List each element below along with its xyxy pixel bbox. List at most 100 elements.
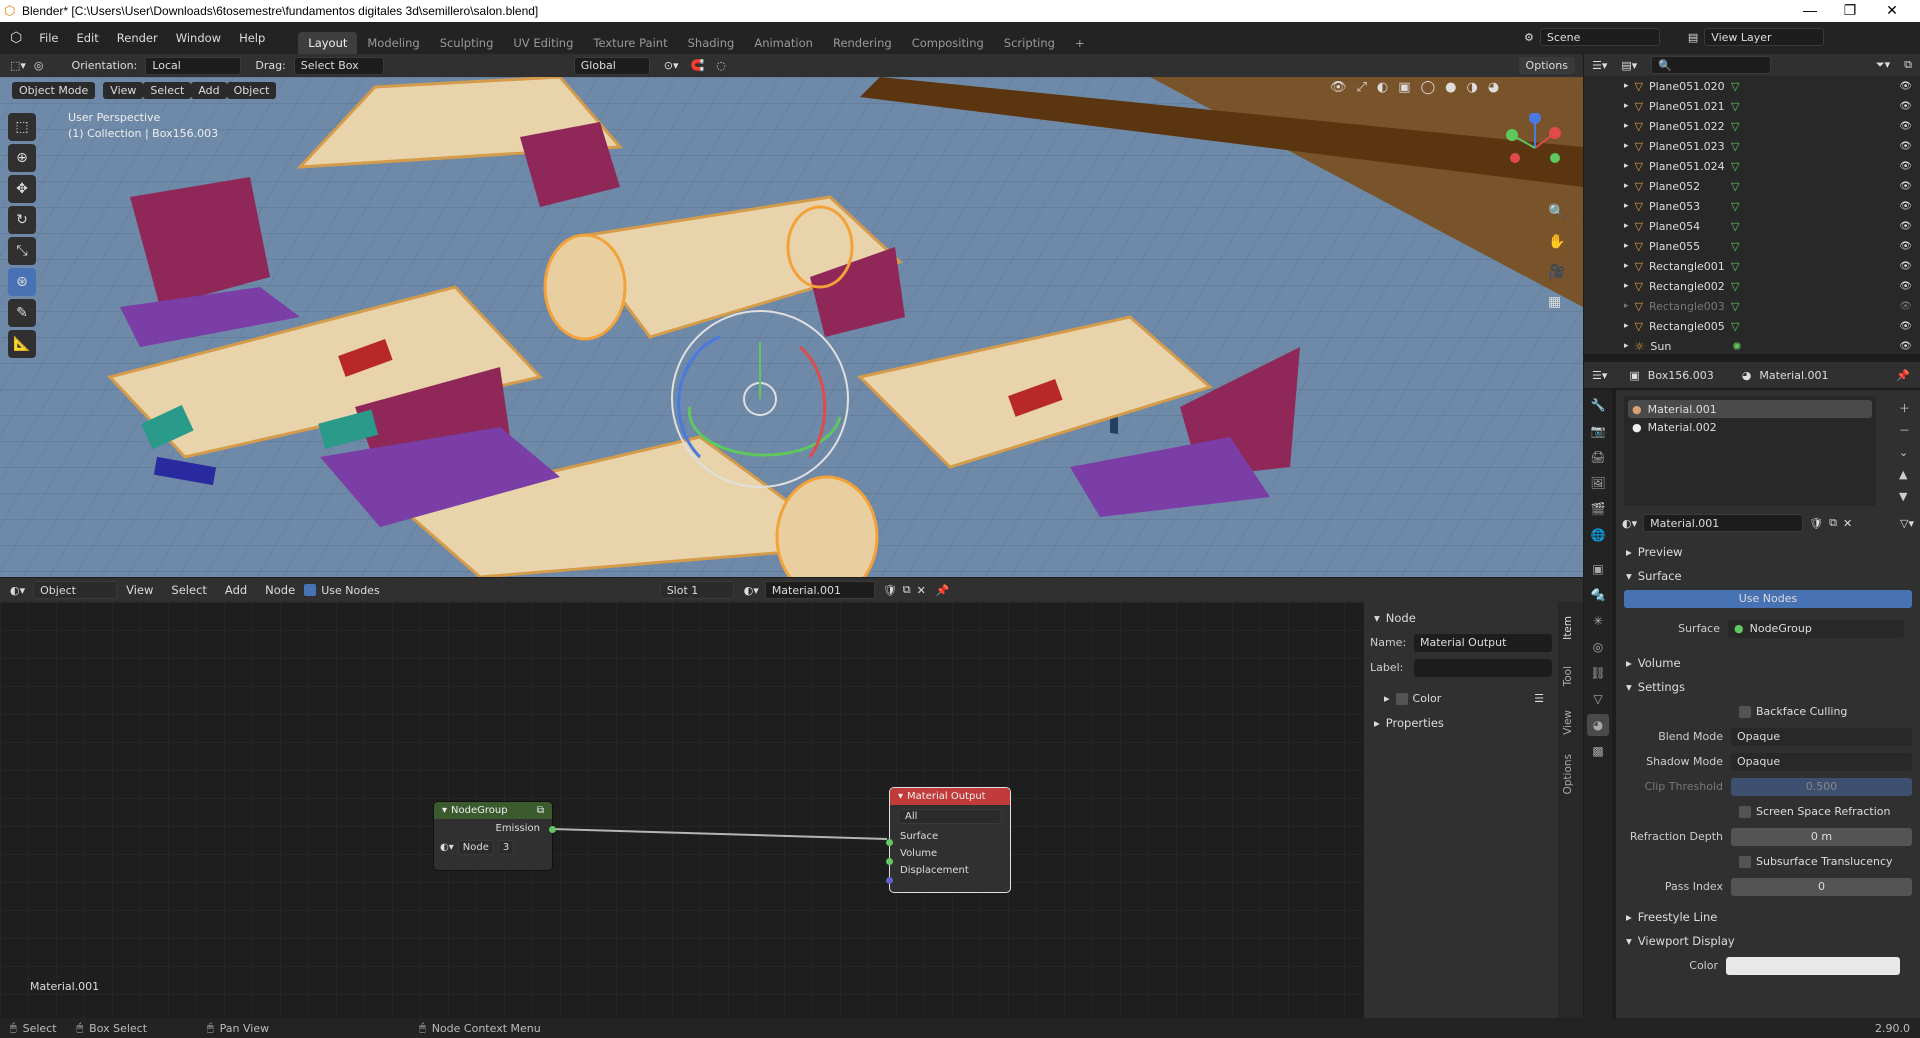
mesh-data-icon[interactable]: ▽ (1731, 300, 1739, 313)
outliner-item[interactable]: ▸ ▽ Plane051.020 ▽ 👁 (1584, 76, 1920, 96)
view-layer-tab-icon[interactable]: 🖼 (1587, 472, 1609, 494)
scene-selector[interactable]: Scene (1539, 28, 1660, 46)
visibility-eye-icon[interactable]: 👁 (1899, 101, 1912, 112)
menu-edit[interactable]: Edit (67, 31, 107, 45)
tab-modeling[interactable]: Modeling (357, 32, 429, 54)
xray-icon[interactable]: ▣ (1398, 80, 1410, 95)
pivot-icon[interactable]: ⊙▾ (664, 59, 679, 72)
expand-arrow-icon[interactable]: ▸ (1624, 181, 1629, 191)
add-slot-icon[interactable]: ＋ (1899, 398, 1910, 420)
annotate-tool-icon[interactable]: ✎ (8, 299, 36, 327)
close-button[interactable]: ✕ (1872, 2, 1912, 19)
material-slot-item[interactable]: ● Material.002 (1628, 418, 1872, 436)
pass-index-field[interactable]: 0 (1731, 877, 1912, 896)
outliner-item[interactable]: ▸ ▽ Rectangle001 ▽ 👁 (1584, 256, 1920, 276)
settings-section-header[interactable]: ▾ Settings (1616, 675, 1920, 699)
pan-hand-icon[interactable]: ✋ (1548, 227, 1565, 257)
surface-shader-field[interactable]: ● NodeGroup (1728, 619, 1904, 638)
expand-arrow-icon[interactable]: ▸ (1624, 161, 1629, 171)
node-editor[interactable]: ▾ NodeGroup ⧉ Emission ◐▾ Node 3 ▾ Mater… (0, 602, 1364, 1018)
menu-window[interactable]: Window (167, 31, 230, 45)
output-target-dropdown[interactable]: All (898, 809, 1002, 824)
preview-section-header[interactable]: ▸ Preview (1616, 540, 1920, 564)
rendered-shading-icon[interactable]: ◕ (1488, 80, 1499, 95)
unlink-material-icon[interactable]: ✕ (1843, 517, 1852, 530)
tab-texture-paint[interactable]: Texture Paint (583, 32, 677, 54)
camera-icon[interactable]: 🎥 (1548, 257, 1565, 287)
expand-arrow-icon[interactable]: ▸ (1624, 201, 1629, 211)
modifier-tab-icon[interactable]: 🔩 (1587, 584, 1609, 606)
menu-help[interactable]: Help (230, 31, 274, 45)
filter-icon[interactable]: ⏷▾ (1876, 58, 1890, 72)
scene-tab-icon[interactable]: 🎬 (1587, 498, 1609, 520)
tab-uv-editing[interactable]: UV Editing (503, 32, 583, 54)
visibility-eye-icon[interactable]: 👁 (1899, 201, 1912, 212)
nodegroup-node-field[interactable]: Node (457, 840, 494, 855)
snap-icon[interactable]: 🧲 (691, 59, 705, 72)
viewport-color-swatch[interactable] (1726, 956, 1900, 975)
tab-animation[interactable]: Animation (744, 32, 823, 54)
output-tab-icon[interactable]: 🖨 (1587, 446, 1609, 468)
tab-scripting[interactable]: Scripting (994, 32, 1065, 54)
add-workspace-button[interactable]: + (1065, 32, 1095, 54)
pin-icon[interactable]: 📌 (936, 584, 950, 597)
visibility-eye-icon[interactable]: 👁 (1899, 141, 1912, 152)
visibility-eye-icon[interactable]: 👁 (1899, 161, 1912, 172)
view-layer-selector[interactable]: View Layer (1704, 28, 1825, 46)
nodegroup-node[interactable]: ▾ NodeGroup ⧉ Emission ◐▾ Node 3 (434, 802, 556, 870)
node-material-field[interactable]: Material.001 (764, 581, 875, 599)
use-nodes-checkbox[interactable] (304, 584, 317, 596)
tab-options[interactable]: Options (1562, 754, 1574, 795)
expand-arrow-icon[interactable]: ▸ (1624, 281, 1629, 291)
object-tab-icon[interactable]: ▣ (1587, 558, 1609, 580)
ssr-checkbox[interactable] (1739, 805, 1751, 818)
options-dropdown[interactable]: Options (1518, 57, 1575, 74)
visibility-eye-icon[interactable]: 👁 (1899, 261, 1912, 272)
menu-render[interactable]: Render (108, 31, 167, 45)
3d-viewport[interactable]: User Perspective (1) Collection | Box156… (0, 77, 1583, 577)
properties-material-field[interactable]: Material.001 (1643, 514, 1804, 532)
mesh-data-icon[interactable]: ▽ (1731, 180, 1739, 193)
expand-arrow-icon[interactable]: ▸ (1624, 321, 1629, 331)
outliner-item[interactable]: ▸ ▽ Plane052 ▽ 👁 (1584, 176, 1920, 196)
visibility-eye-icon[interactable]: 👁 (1899, 121, 1912, 132)
material-tab-icon[interactable]: ◕ (1587, 714, 1609, 736)
move-up-icon[interactable]: ▲ (1899, 464, 1910, 486)
nodegroup-header[interactable]: ▾ NodeGroup ⧉ (434, 802, 552, 819)
shader-type-dropdown[interactable]: Object (33, 581, 118, 599)
outliner-item[interactable]: ▸ ▽ Plane051.024 ▽ 👁 (1584, 156, 1920, 176)
blend-mode-dropdown[interactable]: Opaque (1731, 727, 1912, 746)
expand-arrow-icon[interactable]: ▸ (1624, 301, 1629, 311)
unlink-material-icon[interactable]: ✕ (917, 584, 926, 597)
mesh-data-icon[interactable]: ▽ (1731, 100, 1739, 113)
navigation-gizmo[interactable] (1500, 112, 1570, 183)
visibility-eye-icon[interactable]: 👁 (1899, 341, 1912, 352)
visibility-eye-icon[interactable]: 👁 (1899, 281, 1912, 292)
fake-user-icon[interactable]: 🛡 (883, 584, 897, 597)
minimize-button[interactable]: — (1790, 2, 1830, 18)
volume-input-socket[interactable] (886, 858, 893, 865)
properties-section-header[interactable]: ▸ Properties (1364, 711, 1558, 735)
duplicate-material-icon[interactable]: ⧉ (1829, 516, 1837, 530)
surface-section-header[interactable]: ▾ Surface (1616, 564, 1920, 588)
viewport-menu-add[interactable]: Add (191, 81, 227, 99)
move-tool-icon[interactable]: ✥ (8, 175, 36, 203)
mesh-data-icon[interactable]: ▽ (1731, 200, 1739, 213)
transform-tool-icon[interactable]: ⊛ (8, 268, 36, 296)
drag-dropdown[interactable]: Select Box (293, 56, 384, 75)
properties-type-icon[interactable]: ☰▾ (1592, 369, 1607, 382)
mesh-data-icon[interactable]: ▽ (1731, 260, 1739, 273)
expand-arrow-icon[interactable]: ▸ (1624, 81, 1629, 91)
measure-tool-icon[interactable]: 📐 (8, 330, 36, 358)
object-mode-dropdown[interactable]: Object Mode (12, 81, 96, 99)
color-presets-icon[interactable]: ☰ (1534, 692, 1544, 705)
outliner-item[interactable]: ▸ ▽ Plane051.021 ▽ 👁 (1584, 96, 1920, 116)
transform-orientation-dropdown[interactable]: Global (573, 56, 650, 75)
fake-user-icon[interactable]: 🛡 (1809, 517, 1823, 530)
expand-arrow-icon[interactable]: ▸ (1624, 241, 1629, 251)
tab-layout[interactable]: Layout (298, 32, 358, 54)
light-data-icon[interactable]: ✺ (1732, 340, 1741, 353)
outliner-item[interactable]: ▸ ▽ Plane055 ▽ 👁 (1584, 236, 1920, 256)
tab-tool[interactable]: Tool (1562, 666, 1574, 686)
visibility-eye-icon[interactable]: 👁 (1899, 221, 1912, 232)
